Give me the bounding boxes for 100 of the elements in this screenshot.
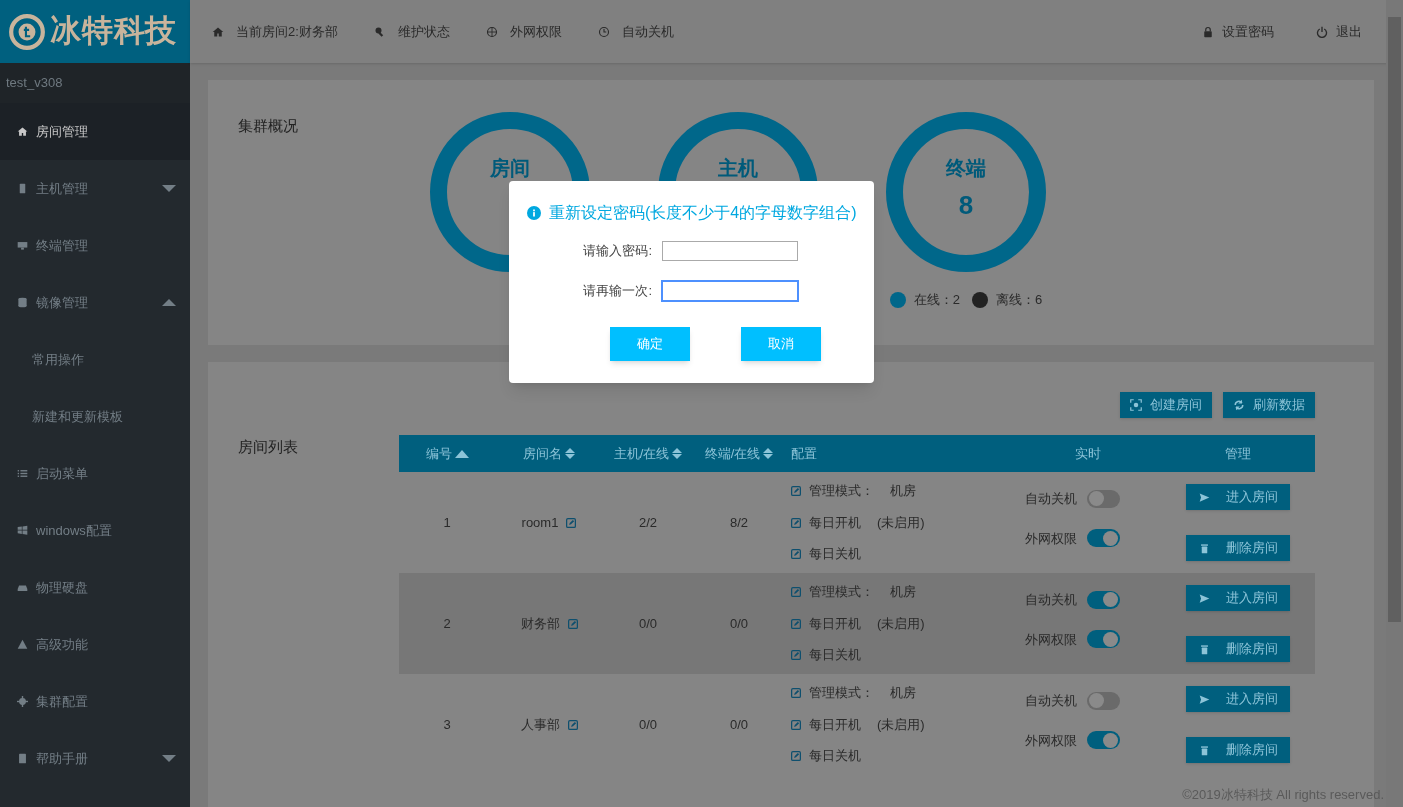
dialog-button[interactable]: 确定	[610, 327, 690, 361]
toggle-switch[interactable]	[1087, 529, 1120, 548]
sidebar-item[interactable]: 高级功能	[0, 616, 190, 673]
toggle-label: 自动关机	[1025, 692, 1077, 710]
config-link[interactable]: 管理模式：	[809, 582, 874, 602]
send-icon	[1198, 491, 1210, 503]
toggle-label: 外网权限	[1025, 731, 1077, 750]
config-link[interactable]: 每日关机	[809, 645, 861, 665]
ring-label: 房间	[490, 156, 530, 180]
sort-icon	[672, 448, 683, 459]
sidebar-item[interactable]: 集群配置	[0, 673, 190, 730]
trash-icon	[1198, 643, 1210, 655]
table-row[interactable]: 2 财务部 0/0 0/0 管理模式： 机房 每日开机 (未启用) 每日关机 自动关机 外网权限 进入房间 删除房间	[399, 573, 1315, 674]
edit-icon	[791, 618, 801, 629]
globe-icon	[485, 25, 498, 38]
action-button[interactable]: 删除房间	[1186, 636, 1290, 662]
password-field[interactable]	[662, 281, 798, 301]
table-cell-text: 3	[443, 715, 451, 734]
legend-label: 在线：2	[913, 291, 960, 309]
server-icon	[17, 183, 28, 194]
nav-link[interactable]: 设置密码	[1202, 21, 1274, 42]
toggle-switch[interactable]	[1087, 630, 1120, 649]
section-title: 集群概况	[238, 116, 299, 136]
nav-link[interactable]: 自动关机	[597, 21, 674, 42]
toggle-switch[interactable]	[1087, 590, 1120, 609]
logo-icon	[8, 12, 46, 51]
column-header[interactable]: 编号	[399, 443, 495, 464]
toolbar-button[interactable]: 刷新数据	[1223, 392, 1315, 418]
config-value: (未启用)	[877, 513, 925, 532]
column-header[interactable]: 实时	[1015, 443, 1161, 464]
edit-icon	[567, 719, 578, 730]
config-value: 机房	[890, 583, 916, 602]
nav-link[interactable]: 维护状态	[373, 21, 450, 42]
sort-icon	[565, 448, 575, 459]
column-header[interactable]: 终端/在线	[693, 443, 785, 464]
table-cell-text: 2	[443, 614, 451, 633]
book-icon	[17, 753, 28, 764]
config-link[interactable]: 管理模式：	[809, 683, 874, 703]
sidebar-item[interactable]: 主机管理	[0, 160, 190, 217]
action-button[interactable]: 进入房间	[1186, 585, 1290, 611]
config-link[interactable]: 每日开机	[809, 714, 861, 735]
sidebar-item[interactable]: windows配置	[0, 502, 190, 559]
edit-icon	[567, 618, 578, 629]
column-header[interactable]: 房间名	[495, 443, 603, 464]
nav-link[interactable]: 外网权限	[485, 21, 562, 42]
table-cell-text: 8/2	[729, 513, 749, 532]
password-field[interactable]	[662, 241, 798, 261]
action-button[interactable]: 删除房间	[1186, 737, 1290, 763]
sidebar-item[interactable]: 常用操作	[0, 331, 190, 388]
edit-icon	[791, 587, 801, 597]
column-header[interactable]: 管理	[1161, 443, 1315, 464]
toggle-switch[interactable]	[1087, 731, 1120, 750]
edit-icon	[566, 517, 577, 528]
home-icon	[17, 126, 28, 137]
database-icon	[17, 297, 28, 308]
sort-icon	[763, 448, 774, 459]
toggle-label: 自动关机	[1025, 591, 1077, 609]
toggle-switch[interactable]	[1087, 691, 1120, 710]
table-cell-text: 人事部	[520, 715, 560, 734]
action-button[interactable]: 进入房间	[1186, 484, 1290, 510]
info-icon	[527, 206, 541, 220]
column-header[interactable]: 主机/在线	[603, 443, 693, 464]
sidebar-item[interactable]: 物理硬盘	[0, 559, 190, 616]
scan-icon	[1130, 399, 1142, 411]
edit-icon	[791, 688, 801, 698]
config-link[interactable]: 每日关机	[809, 544, 861, 564]
edit-icon	[791, 517, 801, 528]
toggle-label: 外网权限	[1025, 529, 1077, 548]
sidebar-item[interactable]: 镜像管理	[0, 274, 190, 331]
sidebar-item[interactable]: 房间管理	[0, 103, 190, 160]
action-button[interactable]: 删除房间	[1186, 535, 1290, 561]
field-label: 请输入密码:	[582, 242, 653, 261]
action-button[interactable]: 进入房间	[1186, 686, 1290, 712]
ring-label: 主机	[718, 156, 758, 180]
config-link[interactable]: 每日关机	[809, 746, 861, 766]
home-icon	[212, 25, 224, 38]
sidebar-item[interactable]: 新建和更新模板	[0, 388, 190, 445]
nav-link[interactable]: 退出	[1316, 21, 1362, 42]
config-value: 机房	[890, 482, 916, 501]
sidebar-item[interactable]: 启动菜单	[0, 445, 190, 502]
config-link[interactable]: 管理模式：	[809, 481, 874, 501]
column-header[interactable]: 配置	[785, 443, 1015, 464]
logo-text: 冰特科技	[50, 12, 178, 51]
trash-icon	[1198, 542, 1210, 554]
config-link[interactable]: 每日开机	[809, 613, 861, 634]
edit-icon	[791, 486, 801, 496]
legend-label: 离线：6	[996, 291, 1043, 309]
nav-link[interactable]: 当前房间2:财务部	[212, 21, 338, 42]
sidebar-item[interactable]: 帮助手册	[0, 730, 190, 787]
tools-icon	[373, 25, 386, 38]
config-value: 机房	[890, 684, 916, 703]
list-icon	[17, 468, 28, 479]
config-link[interactable]: 每日开机	[809, 512, 861, 533]
toggle-switch[interactable]	[1087, 489, 1120, 508]
edit-icon	[791, 719, 801, 730]
dialog-button[interactable]: 取消	[741, 327, 821, 361]
sidebar-item[interactable]: 终端管理	[0, 217, 190, 274]
monitor-icon	[17, 240, 28, 251]
config-value: (未启用)	[877, 614, 925, 633]
toolbar-button[interactable]: 创建房间	[1120, 392, 1212, 418]
